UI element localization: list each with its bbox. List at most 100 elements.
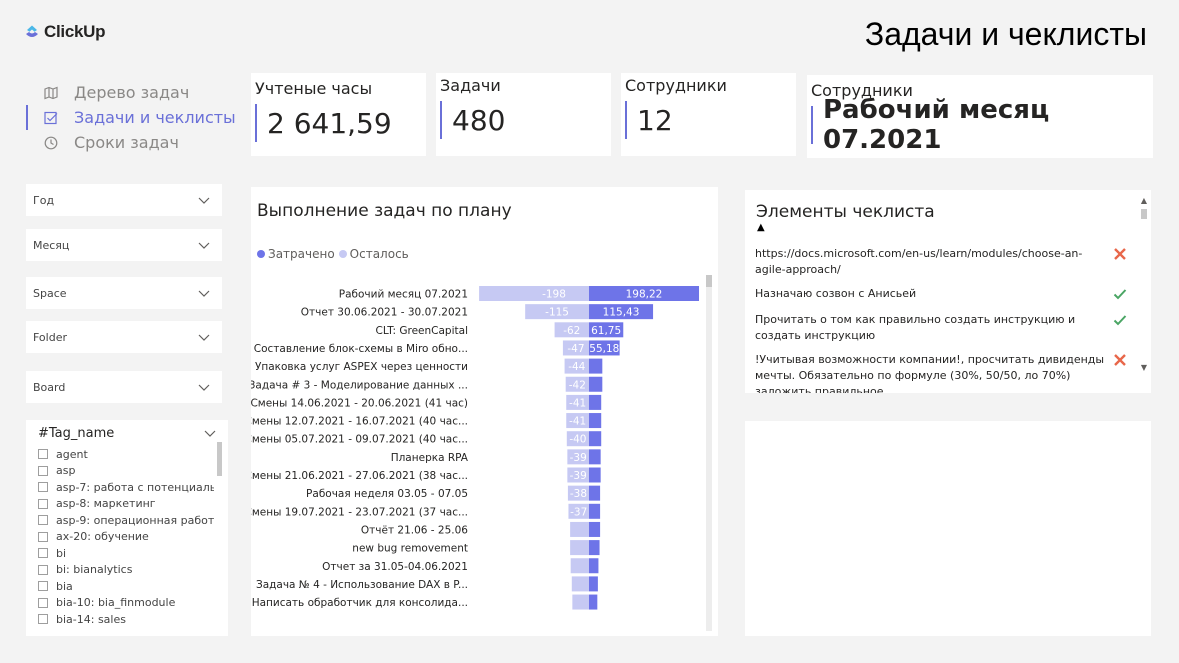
empty-visual bbox=[745, 421, 1151, 636]
slicer-year[interactable]: Год bbox=[26, 184, 222, 216]
tag-option[interactable]: bia bbox=[38, 578, 214, 595]
spent-bar bbox=[589, 449, 601, 465]
spent-bar bbox=[589, 376, 603, 392]
checklist-title: Элементы чеклиста bbox=[756, 202, 935, 222]
tag-option[interactable]: asp bbox=[38, 463, 214, 480]
slicer-folder[interactable]: Folder bbox=[26, 321, 222, 353]
category-label: Задача # 3 - Моделирование данных ... bbox=[251, 379, 468, 391]
spent-bar bbox=[589, 467, 601, 483]
slicer-space[interactable]: Space bbox=[26, 277, 222, 309]
checkbox[interactable] bbox=[38, 564, 48, 575]
tag-slicer: #Tag_name agent asp asp-7: работа с потенц… bbox=[26, 420, 228, 636]
checkbox[interactable] bbox=[38, 597, 48, 608]
spent-bar bbox=[589, 540, 600, 556]
kpi-card-employees: Сотрудники 12 bbox=[621, 73, 796, 156]
remaining-data-label: -41 bbox=[569, 416, 586, 428]
tag-option[interactable]: bia-14: sales bbox=[38, 611, 214, 628]
bar-chart: Рабочий месяц 07.2021 -198 198,22 Отчет 30.… bbox=[251, 286, 700, 610]
cross-icon bbox=[1114, 354, 1126, 366]
tag-option-label: agent bbox=[56, 447, 88, 461]
nav-item-task-deadlines[interactable]: Сроки задач bbox=[26, 130, 236, 155]
spent-bar bbox=[589, 431, 602, 447]
tag-option-label: bi bbox=[56, 546, 67, 560]
page-navigation: Дерево задач Задачи и чеклисты Сроки зад… bbox=[26, 80, 236, 155]
spent-bar bbox=[589, 576, 598, 592]
checkbox[interactable] bbox=[38, 614, 48, 625]
nav-item-task-tree[interactable]: Дерево задач bbox=[26, 80, 236, 105]
tag-option-label: asp bbox=[56, 464, 76, 478]
checkbox[interactable] bbox=[38, 465, 48, 476]
spent-data-label: 198,22 bbox=[626, 289, 663, 301]
remaining-data-label: -115 bbox=[545, 307, 569, 319]
checkbox[interactable] bbox=[38, 498, 48, 509]
checkbox[interactable] bbox=[38, 482, 48, 493]
scroll-up-icon[interactable]: ▲ bbox=[1140, 196, 1148, 205]
checkbox[interactable] bbox=[38, 531, 48, 542]
clickup-logo: ClickUp bbox=[24, 22, 106, 42]
remaining-data-label: -37 bbox=[570, 506, 587, 518]
tag-option[interactable]: asp-8: маркетинг bbox=[38, 496, 214, 513]
checklist-item-text: Назначаю созвон с Анисьей bbox=[755, 287, 917, 300]
chevron-down-icon bbox=[198, 384, 210, 391]
tag-option[interactable]: bi: bianalytics bbox=[38, 562, 214, 579]
category-label: Смены 21.06.2021 - 27.06.2021 (38 час... bbox=[251, 470, 468, 482]
tag-option-label: bi: bianalytics bbox=[56, 563, 133, 577]
category-label: Планерка RPA bbox=[391, 452, 469, 464]
map-icon bbox=[44, 86, 58, 99]
checklist-row: Прочитать о том как правильно создать ин… bbox=[755, 312, 1125, 344]
clickup-logo-icon bbox=[26, 25, 38, 37]
tag-option[interactable]: asp-9: операционная работа bbox=[38, 512, 214, 529]
checkbox[interactable] bbox=[38, 515, 48, 526]
tag-option[interactable]: bi bbox=[38, 545, 214, 562]
spent-bar bbox=[589, 558, 599, 574]
slicer-board[interactable]: Board bbox=[26, 371, 222, 403]
kpi-value: Рабочий месяц 07.2021 bbox=[823, 95, 1050, 155]
tag-list-scrollbar[interactable] bbox=[217, 442, 222, 476]
checklist-row: https://docs.microsoft.com/en-us/learn/m… bbox=[755, 246, 1125, 278]
checkbox[interactable] bbox=[38, 548, 48, 559]
checklist-scrollbar-thumb[interactable] bbox=[1141, 209, 1147, 219]
checklist-row: !Учитывая возможности компании!, просчит… bbox=[755, 352, 1125, 393]
category-label: Смены 05.07.2021 - 09.07.2021 (40 час... bbox=[251, 434, 468, 446]
checklist-scrollbar[interactable]: ▲ ▼ bbox=[1140, 196, 1148, 382]
slicer-label: Folder bbox=[33, 330, 67, 344]
remaining-data-label: -39 bbox=[570, 470, 587, 482]
tag-option-label: bia-14: sales bbox=[56, 612, 126, 626]
chevron-down-icon bbox=[198, 290, 210, 297]
remaining-data-label: -44 bbox=[568, 361, 585, 373]
category-label: new bug removement bbox=[352, 543, 468, 555]
nav-item-tasks-checklists[interactable]: Задачи и чеклисты bbox=[26, 105, 236, 130]
slicer-label: Год bbox=[33, 193, 55, 207]
slicer-month[interactable]: Месяц bbox=[26, 229, 222, 261]
checkbox-icon bbox=[44, 111, 58, 124]
slicer-label: Месяц bbox=[33, 238, 70, 252]
kpi-card-work-month: Сотрудники Рабочий месяц 07.2021 bbox=[807, 75, 1153, 158]
checkbox[interactable] bbox=[38, 581, 48, 592]
remaining-data-label: -38 bbox=[570, 488, 587, 500]
checklist-item-text: https://docs.microsoft.com/en-us/learn/m… bbox=[755, 247, 1083, 276]
spent-bar bbox=[589, 413, 602, 429]
category-label: Рабочий месяц 07.2021 bbox=[339, 289, 468, 301]
category-label: Смены 12.07.2021 - 16.07.2021 (40 час... bbox=[251, 416, 468, 428]
remaining-bar bbox=[570, 521, 589, 537]
category-label: Рабочая неделя 03.05 - 07.05 bbox=[306, 488, 468, 500]
chevron-down-icon[interactable] bbox=[204, 430, 216, 437]
tag-option[interactable]: asp-7: работа с потенциальны... bbox=[38, 479, 214, 496]
checkbox[interactable] bbox=[38, 449, 48, 460]
scroll-down-icon[interactable]: ▼ bbox=[1140, 363, 1148, 372]
remaining-bar bbox=[570, 558, 589, 574]
checklist-item-text: Прочитать о том как правильно создать ин… bbox=[755, 313, 1076, 342]
spent-data-label: 55,18 bbox=[589, 343, 619, 355]
kpi-value: 12 bbox=[637, 103, 673, 137]
tag-option[interactable]: ax-20: обучение bbox=[38, 529, 214, 546]
logo-text: ClickUp bbox=[44, 22, 106, 41]
tag-option[interactable]: agent bbox=[38, 446, 214, 463]
tag-option[interactable]: bia-10: bia_finmodule bbox=[38, 595, 214, 612]
spent-bar bbox=[589, 358, 603, 374]
kpi-label: Задачи bbox=[440, 76, 501, 95]
chart-scrollbar-thumb[interactable] bbox=[706, 275, 712, 287]
chart-scrollbar[interactable] bbox=[706, 275, 712, 631]
check-icon bbox=[1113, 315, 1127, 326]
remaining-data-label: -42 bbox=[569, 379, 586, 391]
sort-ascending-icon[interactable]: ▲ bbox=[757, 222, 765, 233]
